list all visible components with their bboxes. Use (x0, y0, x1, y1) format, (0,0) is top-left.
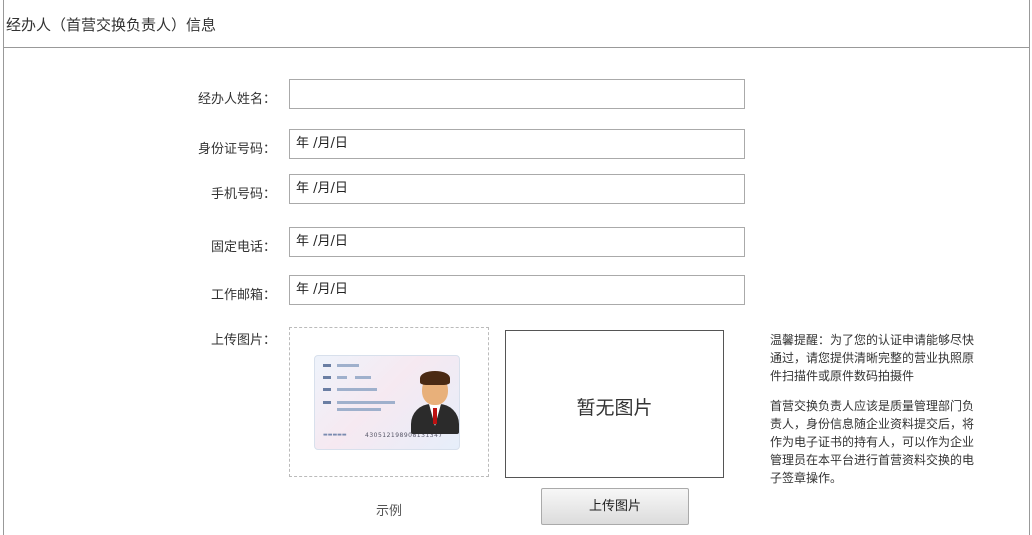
tip-paragraph-2: 首营交换负责人应该是质量管理部门负责人，身份信息随企业资料提交后，将作为电子证书… (770, 399, 975, 485)
landline-label: 固定电话： (210, 240, 276, 255)
name-label: 经办人姓名： (197, 92, 276, 107)
panel-header: 经办人（首营交换负责人）信息 (4, 0, 1029, 48)
no-image-placeholder: 暂无图片 (576, 397, 653, 419)
sample-caption: 示例 (376, 504, 403, 519)
panel-title: 经办人（首营交换负责人）信息 (6, 16, 217, 34)
mobile-label: 手机号码： (210, 187, 276, 202)
tip-paragraph-1: 温馨提醒：为了您的认证申请能够尽快通过，请您提供清晰完整的营业执照原件扫描件或原… (770, 333, 975, 383)
mobile-input[interactable]: 年 /月/日 (289, 174, 745, 204)
avatar-tie (433, 408, 437, 424)
card-line (323, 364, 331, 367)
card-line (355, 376, 371, 379)
upload-label: 上传图片： (210, 333, 276, 348)
id-number-label: 身份证号码： (197, 142, 276, 157)
card-line (337, 388, 377, 391)
avatar-hair (420, 371, 450, 385)
card-line (323, 401, 331, 404)
landline-input[interactable]: 年 /月/日 (289, 227, 745, 257)
upload-image-button[interactable]: 上传图片 (541, 488, 689, 525)
card-line (337, 376, 347, 379)
image-preview-box: 暂无图片 (505, 330, 724, 478)
name-input[interactable] (289, 79, 745, 109)
card-number-label-mark: ▬▬▬▬▬ (323, 432, 347, 438)
sample-image-box: ▬▬▬▬▬ 430512198908131347 (289, 327, 489, 477)
email-input[interactable]: 年 /月/日 (289, 275, 745, 305)
id-number-input[interactable]: 年 /月/日 (289, 129, 745, 159)
card-line (323, 376, 331, 379)
card-line (337, 408, 381, 411)
id-card-sample-image: ▬▬▬▬▬ 430512198908131347 (314, 355, 460, 450)
card-line (323, 388, 331, 391)
card-line (337, 364, 359, 367)
card-line (337, 401, 395, 404)
email-label: 工作邮箱： (210, 288, 276, 303)
